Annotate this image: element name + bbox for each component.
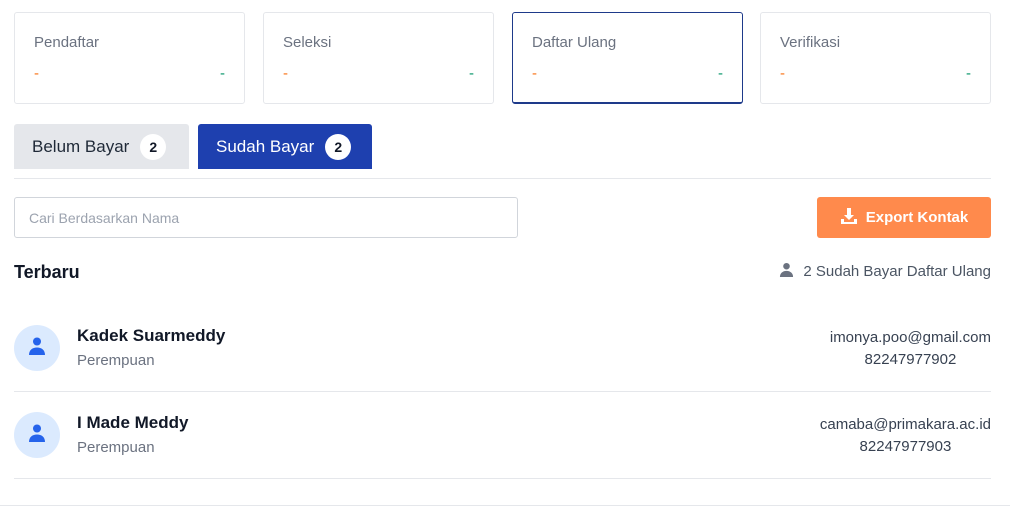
tab-sudah-bayar[interactable]: Sudah Bayar 2 bbox=[198, 124, 372, 169]
summary: 2 Sudah Bayar Daftar Ulang bbox=[779, 262, 991, 281]
tab-count-badge: 2 bbox=[325, 133, 352, 160]
list-item[interactable]: Kadek Suarmeddy Perempuan imonya.poo@gma… bbox=[14, 305, 991, 392]
divider bbox=[14, 178, 991, 179]
student-list: Kadek Suarmeddy Perempuan imonya.poo@gma… bbox=[14, 305, 991, 479]
student-gender: Perempuan bbox=[77, 352, 155, 369]
stat-card-verifikasi[interactable]: Verifikasi - - bbox=[760, 12, 991, 104]
student-contact: camaba@primakara.ac.id 82247977903 bbox=[820, 414, 991, 458]
stat-value-right: - bbox=[220, 65, 225, 82]
search-input[interactable] bbox=[14, 197, 518, 238]
student-name: I Made Meddy bbox=[77, 413, 189, 432]
stat-title: Verifikasi bbox=[780, 34, 841, 51]
list-item[interactable]: I Made Meddy Perempuan camaba@primakara.… bbox=[14, 392, 991, 479]
tab-label: Sudah Bayar bbox=[216, 136, 315, 156]
student-email: imonya.poo@gmail.com bbox=[829, 329, 991, 346]
download-icon bbox=[840, 207, 858, 229]
stat-value-left: - bbox=[532, 65, 537, 82]
tab-belum-bayar[interactable]: Belum Bayar 2 bbox=[14, 124, 189, 169]
user-icon bbox=[29, 337, 45, 360]
divider bbox=[0, 505, 1010, 506]
tab-label: Belum Bayar bbox=[32, 136, 130, 156]
avatar bbox=[14, 412, 60, 458]
export-label: Export Kontak bbox=[865, 209, 969, 226]
stat-value-left: - bbox=[34, 65, 39, 82]
user-icon bbox=[29, 424, 45, 447]
student-email: camaba@primakara.ac.id bbox=[819, 416, 991, 433]
stat-title: Seleksi bbox=[283, 34, 332, 51]
tab-count-badge: 2 bbox=[140, 133, 167, 160]
stat-value-left: - bbox=[283, 65, 288, 82]
stats-cards: Pendaftar - - Seleksi - - Daftar Ulang -… bbox=[14, 12, 991, 104]
stat-value-right: - bbox=[966, 65, 971, 82]
summary-text: 2 Sudah Bayar Daftar Ulang bbox=[803, 263, 991, 280]
stat-value-right: - bbox=[469, 65, 474, 82]
stat-card-seleksi[interactable]: Seleksi - - bbox=[263, 12, 494, 104]
student-phone: 82247977902 bbox=[864, 351, 957, 368]
avatar bbox=[14, 325, 60, 371]
section-title: Terbaru bbox=[14, 262, 80, 282]
user-icon bbox=[779, 262, 794, 281]
stat-value-right: - bbox=[718, 65, 723, 82]
stat-title: Pendaftar bbox=[34, 34, 100, 51]
stat-card-pendaftar[interactable]: Pendaftar - - bbox=[14, 12, 245, 104]
stat-title: Daftar Ulang bbox=[532, 34, 617, 51]
stat-card-daftar-ulang[interactable]: Daftar Ulang - - bbox=[512, 12, 743, 104]
student-contact: imonya.poo@gmail.com 82247977902 bbox=[830, 327, 991, 371]
stat-value-left: - bbox=[780, 65, 785, 82]
student-gender: Perempuan bbox=[77, 439, 155, 456]
export-contact-button[interactable]: Export Kontak bbox=[817, 197, 991, 238]
student-name: Kadek Suarmeddy bbox=[77, 326, 226, 345]
student-phone: 82247977903 bbox=[859, 438, 952, 455]
